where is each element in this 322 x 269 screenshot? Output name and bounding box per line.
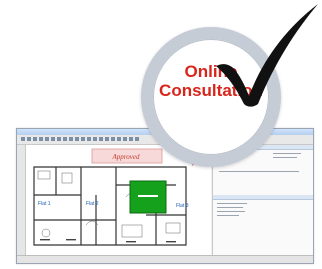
tool-icon: [63, 137, 67, 141]
tool-icon: [69, 137, 73, 141]
tool-icon: [99, 137, 103, 141]
tool-icon: [81, 137, 85, 141]
tool-icon: [27, 137, 31, 141]
tool-icon: [33, 137, 37, 141]
panel-line: [273, 153, 301, 154]
room-label: Flat 1: [38, 201, 51, 207]
tool-icon: [57, 137, 61, 141]
approved-stamp-text: Approved: [112, 153, 140, 161]
highlight-label-line: [138, 195, 158, 197]
room-label: Flat 2: [86, 201, 99, 207]
checkmark-icon: [216, 4, 318, 107]
tool-icon: [21, 137, 25, 141]
tool-icon: [51, 137, 55, 141]
status-bar: [17, 255, 313, 263]
tool-icon: [129, 137, 133, 141]
tool-icon: [45, 137, 49, 141]
panel-line: [217, 211, 245, 212]
tool-icon: [93, 137, 97, 141]
tool-icon: [75, 137, 79, 141]
panel-line: [217, 203, 247, 204]
tool-icon: [105, 137, 109, 141]
tool-icon: [87, 137, 91, 141]
panel-line: [273, 157, 297, 158]
tool-icon: [123, 137, 127, 141]
tool-icon: [111, 137, 115, 141]
panel-line: [217, 215, 239, 216]
left-toolbar: [17, 145, 26, 255]
room-label: Flat 3: [176, 203, 189, 209]
panel-line: [219, 171, 299, 172]
panel-line: [217, 207, 243, 208]
tool-icon: [39, 137, 43, 141]
tool-icon: [117, 137, 121, 141]
tool-icon: [135, 137, 139, 141]
panel-header: [213, 195, 313, 200]
